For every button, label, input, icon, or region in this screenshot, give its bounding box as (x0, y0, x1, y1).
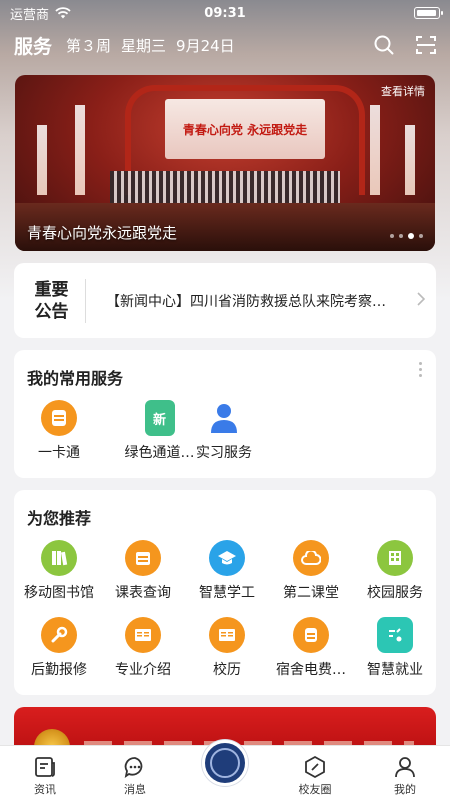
school-emblem-icon[interactable] (202, 740, 248, 786)
carousel-dot[interactable] (419, 234, 423, 238)
stage-screen-text: 青春心向党 永远跟党走 (182, 122, 308, 137)
common-services-card: 我的常用服务 一卡通 新 绿色通道… 实习服务 (14, 350, 436, 478)
status-bar: 运营商 09:31 (0, 0, 450, 26)
building-icon (377, 540, 413, 576)
carrier-label: 运营商 (10, 7, 50, 23)
service-label: 一卡通 (38, 445, 80, 461)
section-title: 我的常用服务 (27, 369, 124, 388)
recommend-label: 第二课堂 (283, 585, 339, 601)
job-icon (377, 617, 413, 653)
section-title: 为您推荐 (27, 509, 92, 528)
recommend-label: 智慧学工 (199, 585, 255, 601)
notice-text[interactable]: 【新闻中心】四川省消防救援总队来院考察… (86, 291, 406, 311)
news-icon (35, 757, 55, 777)
tab-bar: 资讯 消息 校友圈 我的 (0, 740, 450, 800)
recommend-item-second-class[interactable]: 第二课堂 (266, 540, 356, 602)
graduation-cap-icon (209, 540, 245, 576)
electric-icon (293, 617, 329, 653)
search-icon[interactable] (374, 35, 394, 55)
wrench-icon (41, 617, 77, 653)
stage-light (370, 105, 380, 195)
stage-light (405, 125, 415, 195)
tab-news[interactable]: 资讯 (0, 746, 90, 800)
compass-icon (305, 755, 325, 779)
stage-screen: 青春心向党 永远跟党走 (165, 99, 325, 159)
scan-icon[interactable] (416, 35, 436, 55)
weekday-label: 星期三 (121, 36, 167, 55)
recommend-label: 课表查询 (115, 585, 171, 601)
recommend-label: 移动图书馆 (24, 585, 94, 601)
library-icon (41, 540, 77, 576)
notice-label-line: 重要 (34, 279, 69, 300)
page-header: 服务 第３周 星期三 9月24日 (0, 26, 450, 64)
message-icon (124, 757, 143, 778)
wifi-icon (55, 7, 71, 19)
tab-label: 消息 (124, 783, 146, 796)
page-title: 服务 (14, 35, 53, 58)
tab-home-emblem[interactable] (180, 740, 270, 800)
date-label: 9月24日 (176, 36, 235, 55)
stage-light (75, 105, 85, 195)
service-item-internship[interactable]: 实习服务 (179, 400, 269, 462)
card-icon (41, 400, 77, 436)
tab-messages[interactable]: 消息 (90, 746, 180, 800)
recommend-label: 校历 (213, 662, 241, 678)
recommend-label: 校园服务 (367, 585, 423, 601)
tab-profile[interactable]: 我的 (360, 746, 450, 800)
more-icon[interactable] (419, 362, 422, 377)
notice-label-line: 公告 (34, 301, 69, 322)
recommend-label: 智慧就业 (367, 662, 423, 678)
chevron-right-icon[interactable] (406, 290, 436, 311)
recommend-item-timetable[interactable]: 课表查询 (98, 540, 188, 602)
tab-label: 我的 (394, 783, 416, 796)
cloud-icon (293, 540, 329, 576)
recommend-item-campus-service[interactable]: 校园服务 (350, 540, 440, 602)
recommend-item-dorm-electric[interactable]: 宿舍电费… (266, 617, 356, 679)
recommend-item-school-calendar[interactable]: 校历 (182, 617, 272, 679)
choir (110, 171, 340, 203)
tab-alumni[interactable]: 校友圈 (270, 746, 360, 800)
notice-label: 重要 公告 (26, 278, 86, 323)
date-info: 第３周 星期三 9月24日 (66, 35, 235, 56)
green-channel-icon: 新 (144, 400, 175, 436)
carousel-dot-active[interactable] (408, 233, 414, 239)
banner-caption: 青春心向党永远跟党走 (27, 224, 178, 242)
notice-card[interactable]: 重要 公告 【新闻中心】四川省消防救援总队来院考察… (14, 263, 436, 338)
tab-label: 资讯 (34, 783, 56, 796)
recommend-item-smart-employment[interactable]: 智慧就业 (350, 617, 440, 679)
recommend-item-smart-student[interactable]: 智慧学工 (182, 540, 272, 602)
week-label: 第３周 (66, 36, 112, 55)
recommend-item-library[interactable]: 移动图书馆 (14, 540, 104, 602)
profile-icon (395, 757, 415, 778)
recommend-item-major-intro[interactable]: 专业介绍 (98, 617, 188, 679)
recommend-label: 宿舍电费… (276, 662, 346, 678)
recommend-label: 专业介绍 (115, 662, 171, 678)
calendar-book-icon (209, 617, 245, 653)
service-label: 实习服务 (196, 445, 252, 461)
timetable-icon (125, 540, 161, 576)
recommend-item-repair[interactable]: 后勤报修 (14, 617, 104, 679)
carousel-indicator (390, 233, 423, 239)
clock: 09:31 (204, 5, 246, 21)
carousel-dot[interactable] (390, 234, 394, 238)
service-item-card[interactable]: 一卡通 (14, 400, 104, 462)
tab-label: 校友圈 (298, 783, 332, 796)
recommend-label: 后勤报修 (31, 662, 87, 678)
recommend-card: 为您推荐 移动图书馆 课表查询 智慧学工 第二课堂 校园服务 后勤报修 专业介绍… (14, 490, 436, 695)
carousel-dot[interactable] (399, 234, 403, 238)
stage-light (37, 125, 47, 195)
banner-carousel[interactable]: 青春心向党 永远跟党走 查看详情 青春心向党永远跟党走 (15, 75, 435, 251)
intern-icon (206, 400, 242, 436)
battery-icon (414, 7, 443, 19)
banner-detail-link[interactable]: 查看详情 (381, 83, 425, 99)
book-icon (125, 617, 161, 653)
